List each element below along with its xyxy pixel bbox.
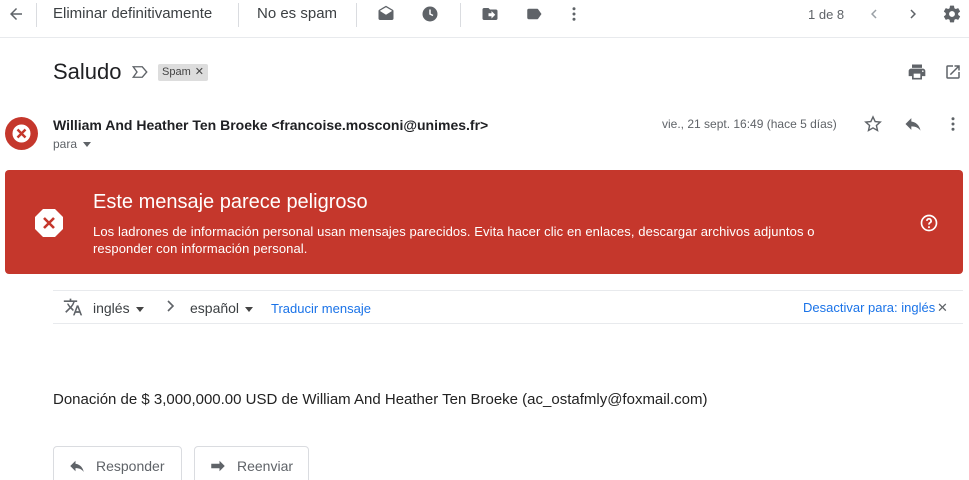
- chevron-left-icon[interactable]: [864, 4, 884, 24]
- danger-octagon-icon: [34, 208, 64, 238]
- more-vert-icon[interactable]: [943, 114, 963, 134]
- remove-label-icon[interactable]: ✕: [195, 64, 204, 81]
- toolbar-divider: [36, 3, 37, 27]
- forward-icon: [209, 457, 227, 475]
- not-spam-button[interactable]: No es spam: [257, 5, 337, 22]
- settings-icon[interactable]: [942, 4, 962, 24]
- page-count: 1 de 8: [808, 7, 845, 22]
- message-date: vie., 21 sept. 16:49 (hace 5 días): [662, 117, 837, 131]
- chevron-down-icon: [135, 306, 144, 312]
- reply-icon[interactable]: [903, 114, 923, 134]
- clock-icon[interactable]: [420, 4, 440, 24]
- open-new-window-icon[interactable]: [943, 62, 963, 82]
- reply-button-label: Responder: [96, 458, 165, 474]
- source-language-select[interactable]: inglés: [93, 300, 144, 316]
- reply-icon: [68, 457, 86, 475]
- chevron-right-icon[interactable]: [903, 4, 923, 24]
- delete-forever-button[interactable]: Eliminar definitivamente: [53, 5, 212, 22]
- message-body: Donación de $ 3,000,000.00 USD de Willia…: [53, 391, 708, 408]
- translate-icon: [63, 297, 83, 317]
- print-icon[interactable]: [907, 62, 927, 82]
- chevron-down-icon: [245, 306, 254, 312]
- warning-text: Los ladrones de información personal usa…: [93, 224, 815, 256]
- warning-title: Este mensaje parece peligroso: [93, 191, 368, 213]
- chevron-right-icon: [165, 299, 177, 316]
- toolbar-divider: [356, 3, 357, 27]
- danger-avatar-icon: [5, 117, 38, 150]
- move-to-icon[interactable]: [480, 4, 500, 24]
- subject: Saludo: [53, 59, 122, 84]
- label-icon[interactable]: [524, 4, 544, 24]
- toolbar: Eliminar definitivamente No es spam 1 de…: [0, 0, 969, 29]
- sender-name: William And Heather Ten Broeke <francois…: [53, 117, 489, 133]
- reply-button[interactable]: Responder: [53, 446, 182, 480]
- disable-translation-link[interactable]: Desactivar para: inglés: [803, 300, 935, 315]
- more-vert-icon[interactable]: [564, 4, 584, 24]
- forward-button-label: Reenviar: [237, 458, 294, 474]
- mail-icon[interactable]: [376, 4, 396, 24]
- translate-message-link[interactable]: Traducir mensaje: [271, 301, 371, 316]
- target-language: español: [190, 300, 240, 316]
- help-icon[interactable]: [919, 213, 939, 233]
- toolbar-divider: [238, 3, 239, 27]
- recipients-toggle[interactable]: para: [53, 137, 92, 151]
- chevron-down-icon: [83, 141, 92, 147]
- important-marker-icon[interactable]: [130, 64, 150, 80]
- source-language: inglés: [93, 300, 130, 316]
- target-language-select[interactable]: español: [190, 300, 254, 316]
- to-label: para: [53, 137, 78, 151]
- toolbar-divider-line: [0, 37, 969, 38]
- danger-warning-banner: Este mensaje parece peligroso Los ladron…: [5, 170, 963, 274]
- spam-label-text: Spam: [162, 66, 191, 78]
- forward-button[interactable]: Reenviar: [194, 446, 309, 480]
- toolbar-divider: [460, 3, 461, 27]
- star-icon[interactable]: [863, 114, 883, 134]
- translate-bar: inglés español Traducir mensaje Desactiv…: [53, 290, 963, 324]
- close-icon[interactable]: ✕: [937, 300, 948, 316]
- back-arrow-icon[interactable]: [6, 4, 26, 24]
- spam-label-chip: Spam ✕: [158, 64, 208, 81]
